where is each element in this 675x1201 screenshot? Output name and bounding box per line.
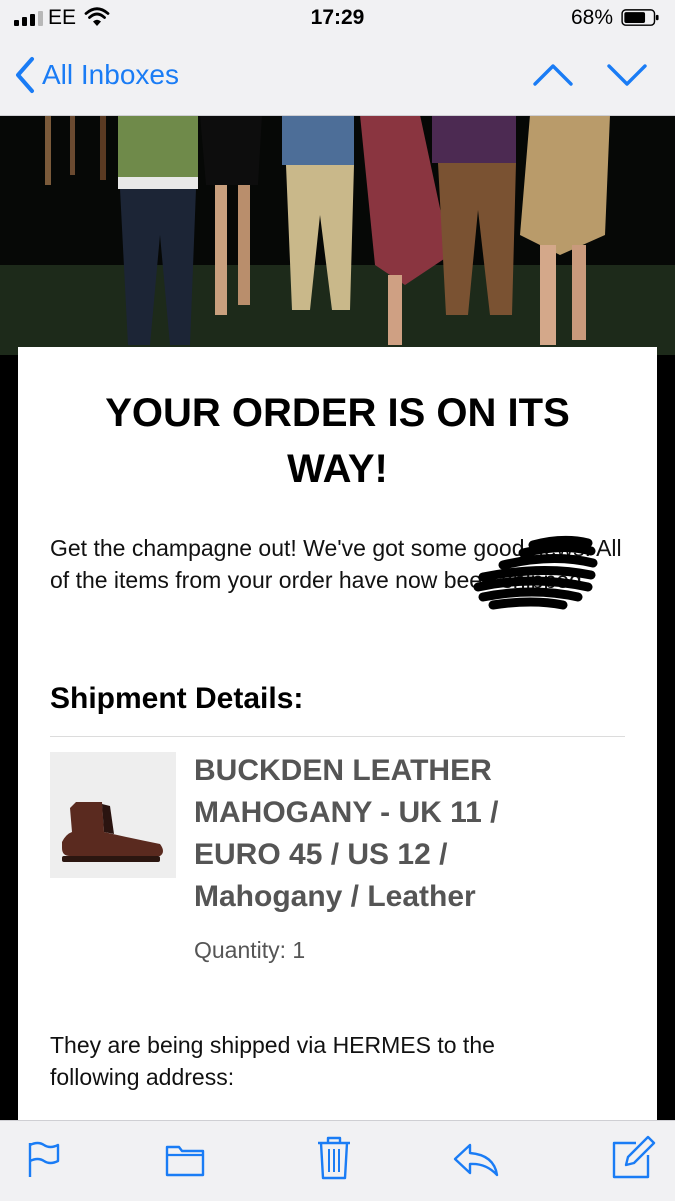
chevron-left-icon [16, 57, 34, 93]
hero-image [0, 115, 675, 355]
shipping-line-1: They are being shipped via HERMES to the [50, 1032, 495, 1058]
top-bar: EE 17:29 68% All Inboxes [0, 0, 675, 116]
headline-line-1: YOUR ORDER IS ON ITS [105, 391, 570, 435]
trash-icon[interactable] [314, 1135, 354, 1181]
status-bar: EE 17:29 68% [0, 0, 675, 36]
product-title[interactable]: BUCKDEN LEATHER MAHOGANY - UK 11 / EURO … [194, 750, 594, 918]
divider [50, 736, 625, 737]
product-title-line-4: Mahogany / Leather [194, 880, 476, 913]
flag-icon[interactable] [26, 1139, 62, 1179]
bottom-toolbar [0, 1120, 675, 1201]
back-label: All Inboxes [42, 59, 179, 90]
product-title-line-3: EURO 45 / US 12 / [194, 838, 448, 871]
battery-percent: 68% [570, 6, 613, 29]
email-headline: YOUR ORDER IS ON ITS WAY! [18, 385, 657, 497]
back-button[interactable]: All Inboxes [14, 56, 179, 94]
compose-icon[interactable] [610, 1135, 656, 1181]
product-thumbnail[interactable] [50, 752, 176, 878]
headline-line-2: WAY! [287, 447, 388, 491]
reply-icon[interactable] [452, 1139, 500, 1179]
party-illustration [0, 115, 675, 355]
product-title-line-2: MAHOGANY - UK 11 / [194, 796, 499, 829]
shipping-line-2: following address: [50, 1064, 235, 1090]
folder-icon[interactable] [164, 1139, 206, 1179]
product-title-line-1: BUCKDEN LEATHER [194, 754, 492, 787]
section-title: Shipment Details: [50, 682, 304, 715]
chevron-up-icon[interactable] [532, 62, 574, 88]
email-card: YOUR ORDER IS ON ITS WAY! Get the champa… [18, 347, 657, 1120]
chevron-down-icon[interactable] [606, 62, 648, 88]
product-quantity: Quantity: 1 [194, 937, 306, 963]
battery-icon [621, 9, 659, 26]
shipping-paragraph: They are being shipped via HERMES to the… [50, 1029, 610, 1093]
redaction-scribble [473, 535, 598, 610]
boot-image [62, 802, 163, 862]
